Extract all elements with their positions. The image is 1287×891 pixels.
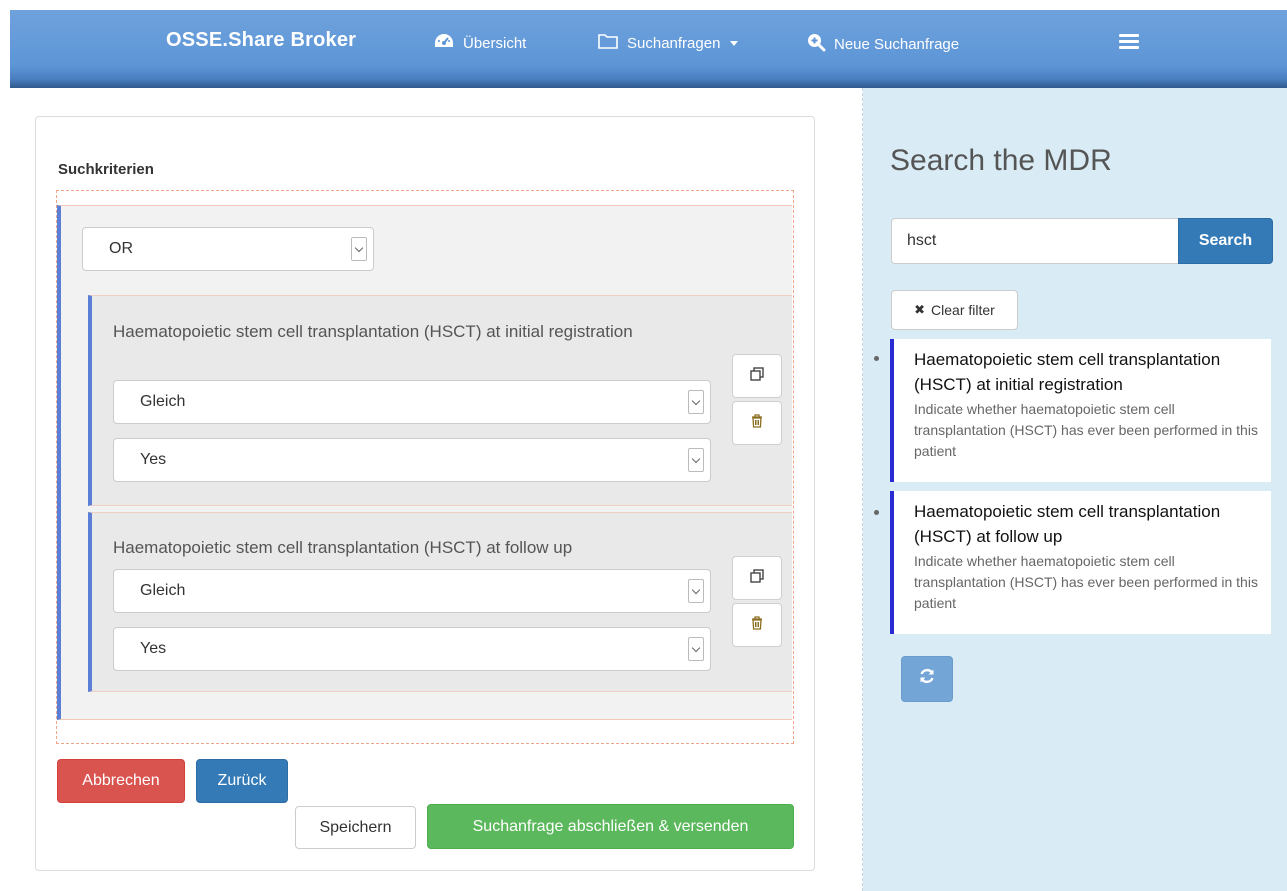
hamburger-icon[interactable] bbox=[1119, 34, 1139, 50]
mdr-result-title: Haematopoietic stem cell transplantation… bbox=[914, 502, 1221, 546]
section-title: Suchkriterien bbox=[58, 161, 154, 178]
navbar: OSSE.Share Broker Übersicht Suchanfragen… bbox=[10, 10, 1287, 88]
refresh-button[interactable] bbox=[901, 656, 953, 702]
group-operator-select[interactable]: OR bbox=[82, 227, 374, 271]
brand-sub: .Share Broker bbox=[222, 29, 357, 51]
copy-icon bbox=[749, 568, 765, 589]
list-bullet bbox=[874, 510, 879, 515]
condition-operator-select[interactable]: Gleich bbox=[113, 380, 711, 424]
mdr-search-button[interactable]: Search bbox=[1178, 218, 1273, 264]
condition-label: Haematopoietic stem cell transplantation… bbox=[113, 538, 573, 557]
submit-query-button[interactable]: Suchanfrage abschließen & versenden bbox=[427, 804, 794, 849]
trash-icon bbox=[750, 413, 764, 434]
nav-overview[interactable]: Übersicht bbox=[433, 32, 526, 54]
brand-logo[interactable]: OSSE.Share Broker bbox=[166, 29, 356, 52]
condition-value: Yes bbox=[140, 451, 167, 468]
back-button[interactable]: Zurück bbox=[196, 759, 288, 803]
group-operator-value: OR bbox=[109, 240, 133, 257]
chevron-down-icon bbox=[351, 237, 367, 261]
condition-operator-value: Gleich bbox=[140, 582, 186, 599]
condition-value-select[interactable]: Yes bbox=[113, 627, 711, 671]
clear-filter-button[interactable]: ✖ Clear filter bbox=[891, 290, 1018, 330]
mdr-search-input[interactable]: hsct bbox=[891, 218, 1178, 264]
mdr-result-item[interactable]: Haematopoietic stem cell transplantation… bbox=[890, 491, 1271, 634]
mdr-result-description: Indicate whether haematopoietic stem cel… bbox=[914, 553, 1258, 611]
refresh-icon bbox=[918, 667, 936, 691]
condition-value: Yes bbox=[140, 640, 167, 657]
folder-icon bbox=[597, 32, 619, 54]
nav-new-query[interactable]: Neue Suchanfrage bbox=[806, 32, 959, 56]
clear-filter-label: Clear filter bbox=[931, 302, 995, 318]
save-button[interactable]: Speichern bbox=[295, 806, 416, 849]
chevron-down-icon bbox=[688, 448, 704, 472]
close-icon: ✖ bbox=[914, 302, 926, 317]
chevron-down-icon bbox=[688, 637, 704, 661]
condition-label: Haematopoietic stem cell transplantation… bbox=[113, 322, 633, 341]
chevron-down-icon bbox=[688, 579, 704, 603]
copy-icon bbox=[749, 366, 765, 387]
condition-operator-value: Gleich bbox=[140, 393, 186, 410]
condition-operator-select[interactable]: Gleich bbox=[113, 569, 711, 613]
caret-down-icon bbox=[730, 40, 739, 46]
mdr-result-description: Indicate whether haematopoietic stem cel… bbox=[914, 401, 1258, 459]
mdr-title: Search the MDR bbox=[890, 144, 1112, 177]
delete-button[interactable] bbox=[732, 401, 782, 445]
mdr-result-title: Haematopoietic stem cell transplantation… bbox=[914, 350, 1221, 394]
duplicate-button[interactable] bbox=[732, 556, 782, 600]
duplicate-button[interactable] bbox=[732, 354, 782, 398]
mdr-result-item[interactable]: Haematopoietic stem cell transplantation… bbox=[890, 339, 1271, 482]
condition-value-select[interactable]: Yes bbox=[113, 438, 711, 482]
mdr-sidebar bbox=[863, 88, 1287, 891]
chevron-down-icon bbox=[688, 390, 704, 414]
cancel-button[interactable]: Abbrechen bbox=[57, 759, 185, 803]
nav-queries-label: Suchanfragen bbox=[627, 34, 721, 52]
nav-overview-label: Übersicht bbox=[463, 34, 527, 52]
zoom-in-icon bbox=[806, 32, 826, 56]
brand-main: OSSE bbox=[166, 29, 223, 51]
dashboard-icon bbox=[433, 32, 455, 54]
nav-queries-dropdown[interactable]: Suchanfragen bbox=[597, 32, 739, 54]
nav-new-query-label: Neue Suchanfrage bbox=[834, 35, 960, 53]
top-margin bbox=[0, 0, 1287, 10]
delete-button[interactable] bbox=[732, 603, 782, 647]
list-bullet bbox=[874, 356, 879, 361]
trash-icon bbox=[750, 615, 764, 636]
